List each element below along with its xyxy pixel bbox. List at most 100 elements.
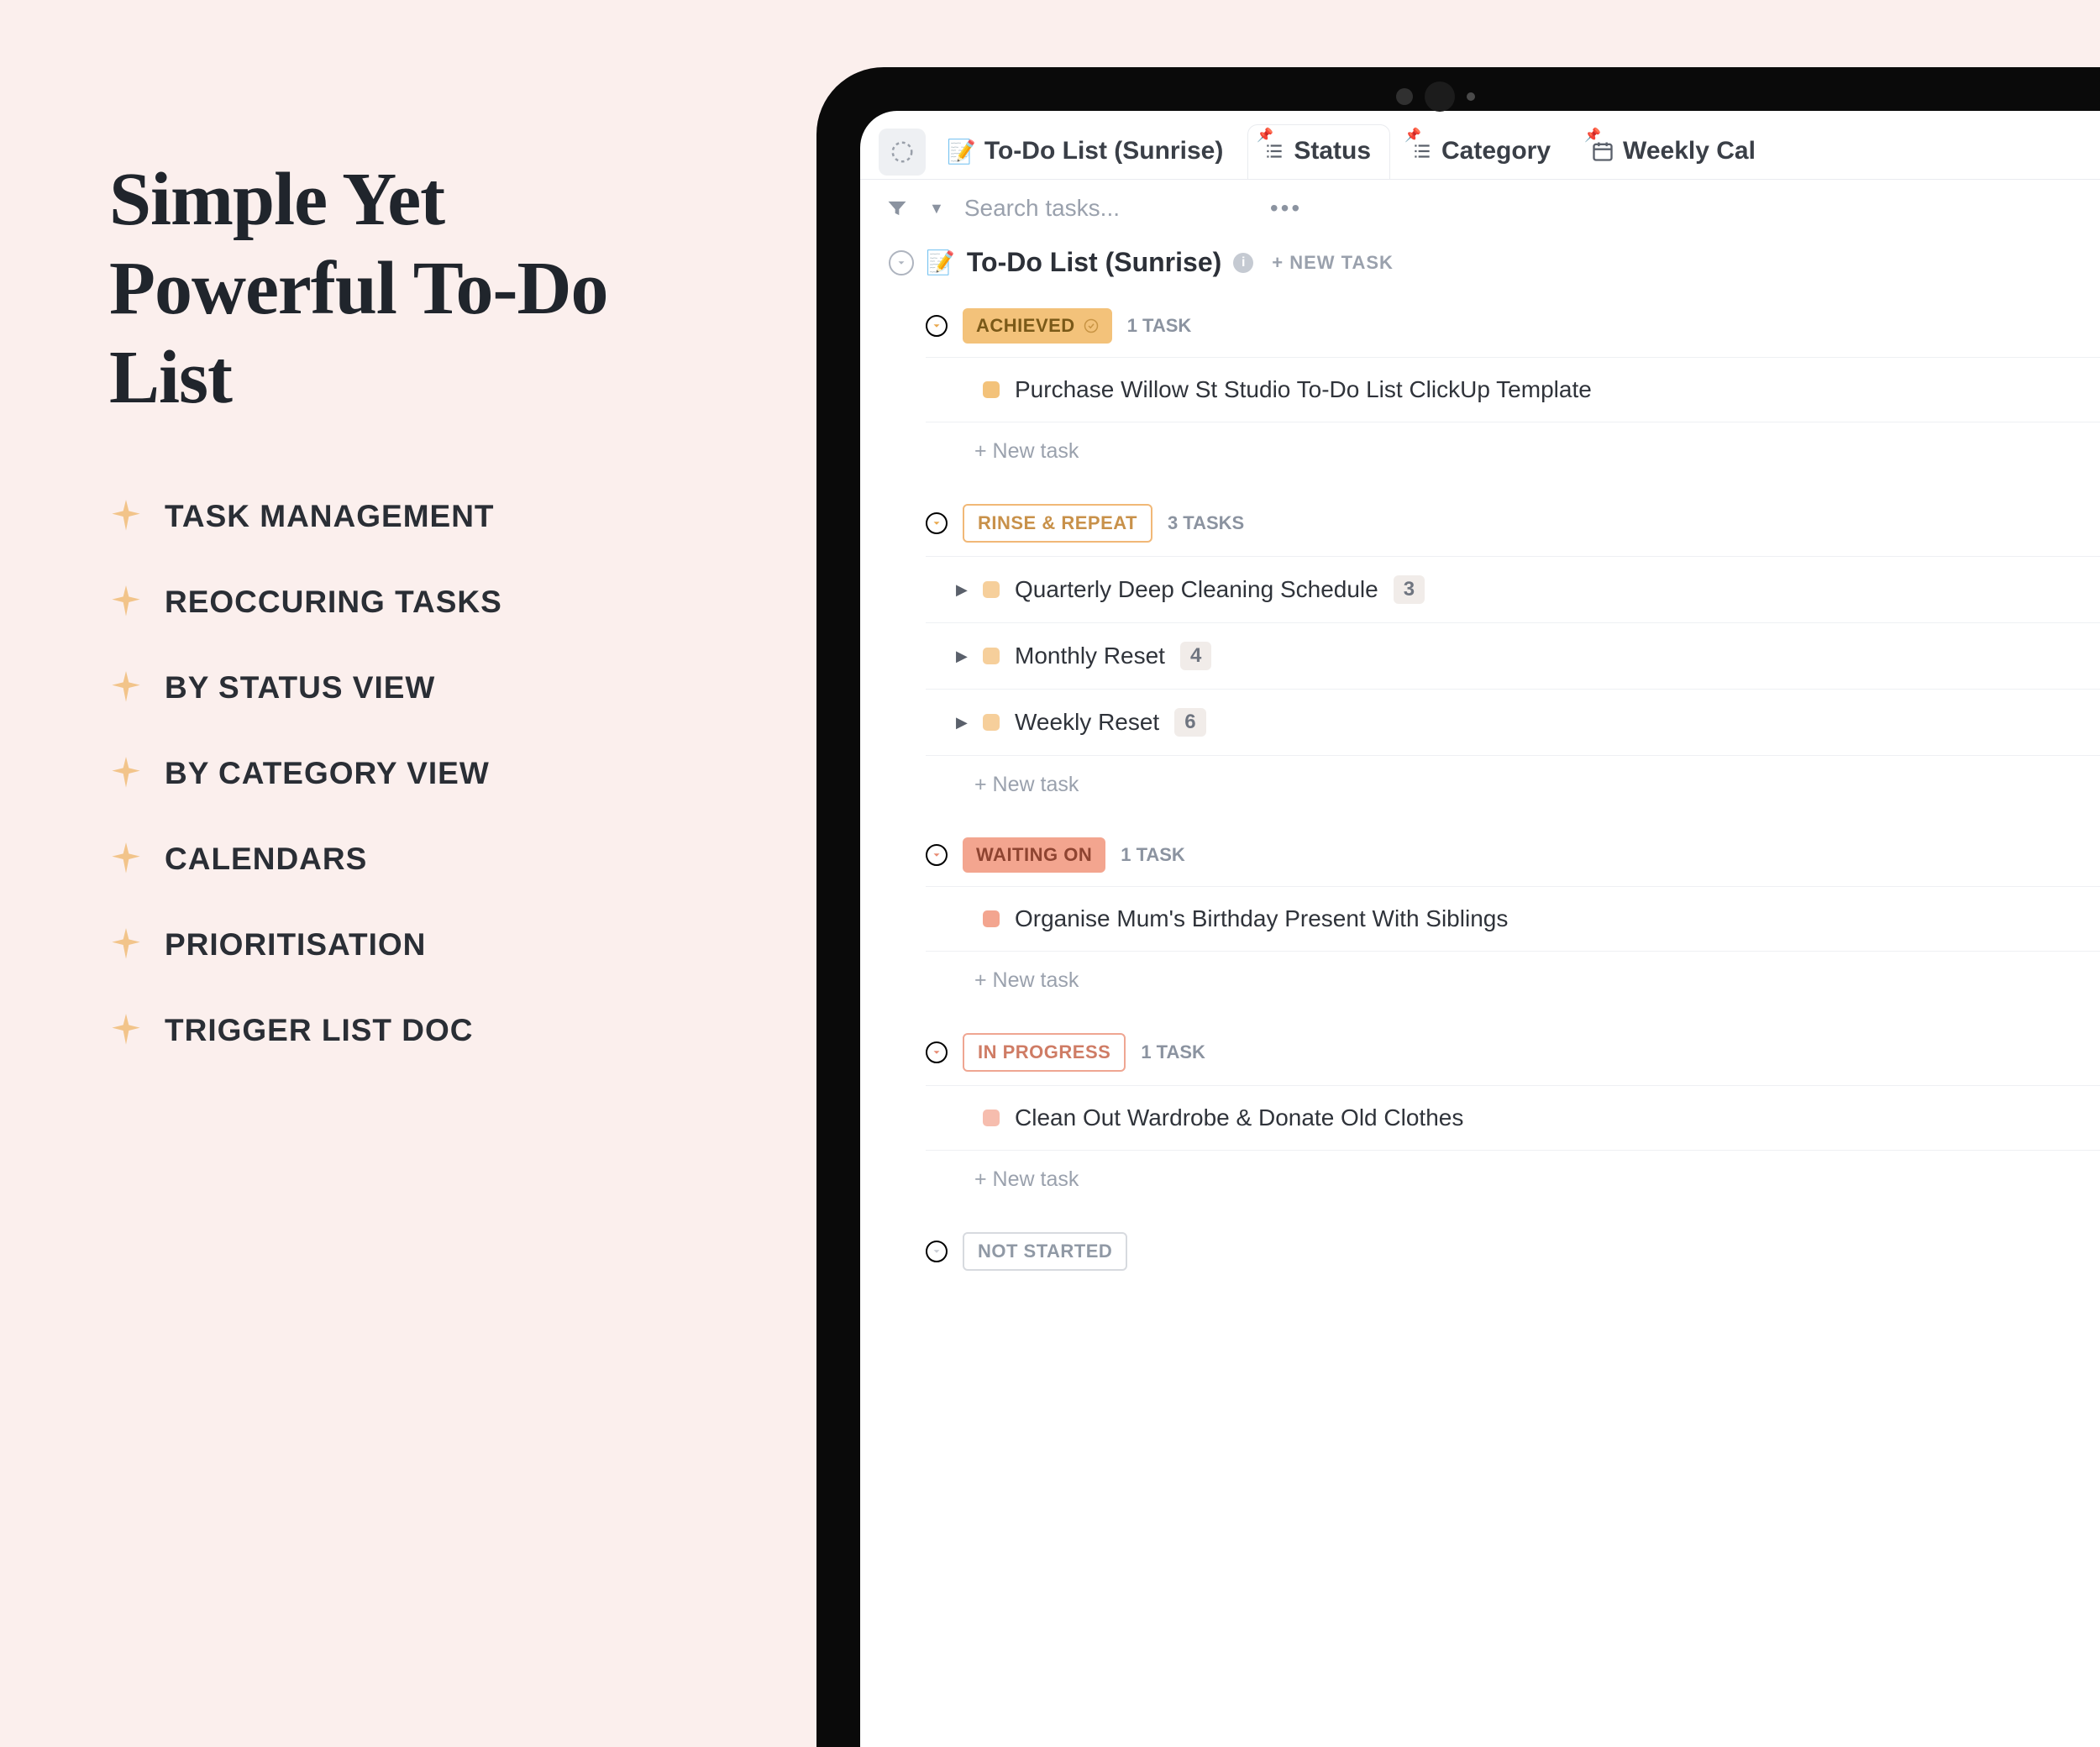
chevron-down-icon	[895, 257, 907, 269]
expand-caret-icon[interactable]: ▶	[956, 581, 968, 599]
status-square-icon[interactable]	[983, 714, 1000, 731]
task-count: 1 TASK	[1127, 315, 1192, 337]
promo-panel: Simple Yet Powerful To-Do List TASK MANA…	[109, 155, 664, 1099]
promo-bullet: CALENDARS	[109, 842, 664, 877]
chevron-down-icon	[931, 849, 942, 861]
expand-caret-icon[interactable]: ▶	[956, 648, 968, 665]
task-list-content: 📝 To-Do List (Sunrise) i + NEW TASK ACHI…	[860, 237, 2100, 1747]
new-task-button[interactable]: + NEW TASK	[1272, 252, 1394, 274]
group-header[interactable]: ACHIEVED 1 TASK	[926, 308, 2100, 344]
status-chip[interactable]: WAITING ON	[963, 837, 1105, 873]
sparkle-icon	[109, 757, 143, 790]
device-notch	[1396, 81, 1475, 112]
promo-bullet: TASK MANAGEMENT	[109, 499, 664, 534]
check-circle-icon	[1084, 318, 1099, 333]
task-row[interactable]: Purchase Willow St Studio To-Do List Cli…	[926, 357, 2100, 422]
app-screen: 📝 To-Do List (Sunrise) 📌 Status 📌 Catego…	[860, 111, 2100, 1747]
new-task-button[interactable]: + New task	[926, 1151, 2100, 1199]
promo-bullet-text: BY CATEGORY VIEW	[165, 756, 490, 791]
task-row[interactable]: ▶ Monthly Reset 4	[926, 623, 2100, 690]
speaker-icon	[1425, 81, 1455, 112]
status-group-rinse: RINSE & REPEAT 3 TASKS ▶ Quarterly Deep …	[926, 504, 2100, 804]
collapse-toggle[interactable]	[926, 315, 948, 337]
filter-icon[interactable]	[885, 197, 909, 220]
promo-headline: Simple Yet Powerful To-Do List	[109, 155, 664, 423]
status-square-icon[interactable]	[983, 581, 1000, 598]
chevron-down-icon	[931, 1246, 942, 1257]
loading-icon-button[interactable]	[879, 129, 926, 176]
task-count: 3 TASKS	[1168, 512, 1244, 534]
new-task-button[interactable]: + New task	[926, 952, 2100, 999]
task-title: Weekly Reset	[1015, 709, 1159, 736]
collapse-toggle[interactable]	[926, 1041, 948, 1063]
promo-feature-list: TASK MANAGEMENT REOCCURING TASKS BY STAT…	[109, 499, 664, 1048]
status-square-icon[interactable]	[983, 381, 1000, 398]
group-header[interactable]: NOT STARTED	[926, 1232, 2100, 1271]
group-header[interactable]: RINSE & REPEAT 3 TASKS	[926, 504, 2100, 543]
collapse-toggle[interactable]	[926, 844, 948, 866]
camera-icon	[1396, 88, 1413, 105]
sparkle-icon	[109, 500, 143, 533]
status-chip[interactable]: IN PROGRESS	[963, 1033, 1126, 1072]
chevron-down-icon	[931, 1047, 942, 1058]
status-square-icon[interactable]	[983, 910, 1000, 927]
collapse-toggle[interactable]	[926, 1241, 948, 1262]
memo-icon: 📝	[926, 249, 955, 276]
collapse-toggle[interactable]	[889, 250, 914, 275]
tab-label: Category	[1441, 137, 1551, 165]
new-task-button[interactable]: + New task	[926, 422, 2100, 470]
tab-label: Status	[1294, 137, 1371, 165]
status-square-icon[interactable]	[983, 1110, 1000, 1126]
chevron-down-icon[interactable]: ▼	[929, 200, 944, 218]
sparkle-icon	[109, 842, 143, 876]
sparkle-icon	[109, 928, 143, 962]
task-title: Clean Out Wardrobe & Donate Old Clothes	[1015, 1104, 1463, 1131]
chevron-down-icon	[931, 517, 942, 529]
status-chip[interactable]: RINSE & REPEAT	[963, 504, 1152, 543]
status-label: WAITING ON	[976, 844, 1092, 866]
status-label: IN PROGRESS	[978, 1041, 1110, 1063]
chevron-down-icon	[931, 320, 942, 332]
task-row[interactable]: Clean Out Wardrobe & Donate Old Clothes	[926, 1085, 2100, 1151]
pin-icon: 📌	[1584, 127, 1601, 144]
group-header[interactable]: IN PROGRESS 1 TASK	[926, 1033, 2100, 1072]
status-group-waiting: WAITING ON 1 TASK Organise Mum's Birthda…	[926, 837, 2100, 999]
promo-bullet-text: CALENDARS	[165, 842, 367, 877]
task-title: Monthly Reset	[1015, 643, 1165, 669]
sparkle-icon	[109, 1014, 143, 1047]
tab-status[interactable]: 📌 Status	[1247, 124, 1390, 179]
group-header[interactable]: WAITING ON 1 TASK	[926, 837, 2100, 873]
task-title: Organise Mum's Birthday Present With Sib…	[1015, 905, 1508, 932]
search-input[interactable]	[964, 195, 1216, 222]
status-chip[interactable]: ACHIEVED	[963, 308, 1112, 344]
promo-bullet: PRIORITISATION	[109, 927, 664, 963]
new-task-button[interactable]: + New task	[926, 756, 2100, 804]
task-row[interactable]: ▶ Weekly Reset 6	[926, 690, 2100, 756]
task-row[interactable]: ▶ Quarterly Deep Cleaning Schedule 3	[926, 556, 2100, 623]
task-count: 1 TASK	[1141, 1041, 1205, 1063]
promo-bullet-text: TASK MANAGEMENT	[165, 499, 495, 534]
subtask-count: 3	[1394, 575, 1425, 604]
pin-icon: 📌	[1404, 127, 1421, 144]
more-options-icon[interactable]: •••	[1270, 195, 1302, 222]
task-row[interactable]: Organise Mum's Birthday Present With Sib…	[926, 886, 2100, 952]
sparkle-icon	[109, 671, 143, 705]
task-title: Quarterly Deep Cleaning Schedule	[1015, 576, 1378, 603]
status-chip[interactable]: NOT STARTED	[963, 1232, 1127, 1271]
promo-bullet-text: BY STATUS VIEW	[165, 670, 435, 706]
promo-bullet-text: REOCCURING TASKS	[165, 585, 502, 620]
promo-bullet-text: TRIGGER LIST DOC	[165, 1013, 474, 1048]
status-square-icon[interactable]	[983, 648, 1000, 664]
task-count: 1 TASK	[1121, 844, 1185, 866]
task-title: Purchase Willow St Studio To-Do List Cli…	[1015, 376, 1592, 403]
collapse-toggle[interactable]	[926, 512, 948, 534]
info-icon[interactable]: i	[1233, 253, 1253, 273]
status-label: RINSE & REPEAT	[978, 512, 1137, 534]
subtask-count: 6	[1174, 708, 1205, 737]
tab-weekly-cal[interactable]: 📌 Weekly Cal	[1575, 124, 1775, 179]
status-label: NOT STARTED	[978, 1241, 1112, 1262]
tab-category[interactable]: 📌 Category	[1395, 124, 1570, 179]
tab-list-title[interactable]: 📝 To-Do List (Sunrise)	[931, 124, 1242, 179]
expand-caret-icon[interactable]: ▶	[956, 714, 968, 732]
device-frame: 📝 To-Do List (Sunrise) 📌 Status 📌 Catego…	[816, 67, 2100, 1747]
